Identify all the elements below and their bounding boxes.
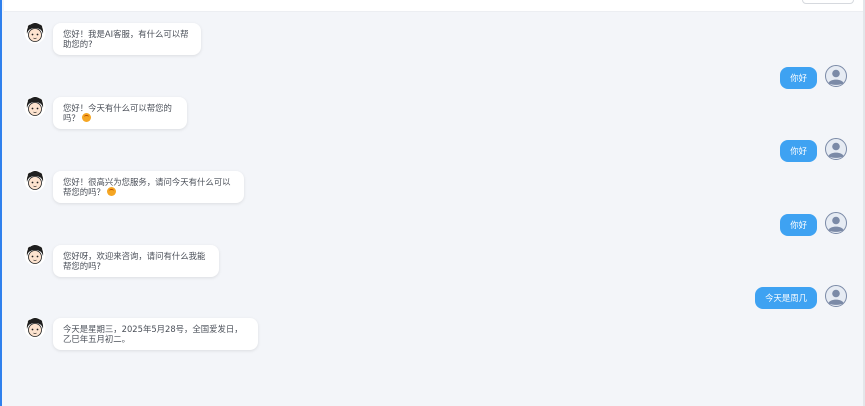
ai-message: 您好！今天有什么可以帮您的吗？ — [24, 96, 187, 129]
ai-message-bubble: 您好！今天有什么可以帮您的吗？ — [53, 97, 187, 129]
top-bar-button[interactable] — [802, 0, 854, 4]
cartoon-girl-icon — [24, 96, 46, 118]
user-message-bubble: 今天是周几 — [755, 287, 817, 309]
user-silhouette-icon — [825, 212, 847, 234]
ai-message-bubble: 您好！我是AI客服，有什么可以帮助您的? — [53, 23, 201, 55]
smiling-emoji-icon — [81, 113, 91, 122]
smiling-emoji-icon — [106, 187, 116, 196]
message-text: 你好 — [790, 220, 807, 230]
ai-message-bubble: 今天是星期三，2025年5月28号，全国爱发日，乙巳年五月初二。 — [53, 318, 258, 350]
chat-window: 您好！我是AI客服，有什么可以帮助您的? 你好 您好！今天有什么可以帮您的吗？ … — [0, 0, 865, 406]
cartoon-girl-icon — [24, 317, 46, 339]
ai-message: 您好！我是AI客服，有什么可以帮助您的? — [24, 22, 201, 55]
message-text: 今天是星期三，2025年5月28号，全国爱发日，乙巳年五月初二。 — [63, 324, 243, 344]
message-text: 您好！很高兴为您服务，请问今天有什么可以帮您的吗？ — [63, 177, 231, 197]
ai-message-bubble: 您好！很高兴为您服务，请问今天有什么可以帮您的吗？ — [53, 171, 244, 203]
ai-message: 您好！很高兴为您服务，请问今天有什么可以帮您的吗？ — [24, 170, 244, 203]
user-silhouette-icon — [825, 285, 847, 307]
message-text: 你好 — [790, 73, 807, 83]
user-message: 你好 — [780, 138, 847, 162]
message-text: 您好呀，欢迎来咨询，请问有什么我能帮您的吗? — [63, 251, 206, 271]
message-text: 您好！我是AI客服，有什么可以帮助您的? — [63, 29, 189, 49]
cartoon-girl-icon — [24, 22, 46, 44]
top-bar — [4, 0, 865, 12]
user-message-bubble: 你好 — [780, 140, 817, 162]
user-message: 你好 — [780, 212, 847, 236]
user-message-bubble: 你好 — [780, 214, 817, 236]
message-text: 您好！今天有什么可以帮您的吗？ — [63, 103, 172, 123]
user-message: 今天是周几 — [755, 285, 847, 309]
message-text: 你好 — [790, 146, 807, 156]
message-text: 今天是周几 — [765, 293, 807, 303]
user-message-bubble: 你好 — [780, 67, 817, 89]
chat-message-list[interactable]: 您好！我是AI客服，有什么可以帮助您的? 你好 您好！今天有什么可以帮您的吗？ … — [4, 12, 865, 406]
user-message: 你好 — [780, 65, 847, 89]
ai-message-bubble: 您好呀，欢迎来咨询，请问有什么我能帮您的吗? — [53, 245, 219, 277]
cartoon-girl-icon — [24, 170, 46, 192]
ai-message: 今天是星期三，2025年5月28号，全国爱发日，乙巳年五月初二。 — [24, 317, 258, 350]
ai-message: 您好呀，欢迎来咨询，请问有什么我能帮您的吗? — [24, 244, 219, 277]
user-silhouette-icon — [825, 65, 847, 87]
user-silhouette-icon — [825, 138, 847, 160]
cartoon-girl-icon — [24, 244, 46, 266]
